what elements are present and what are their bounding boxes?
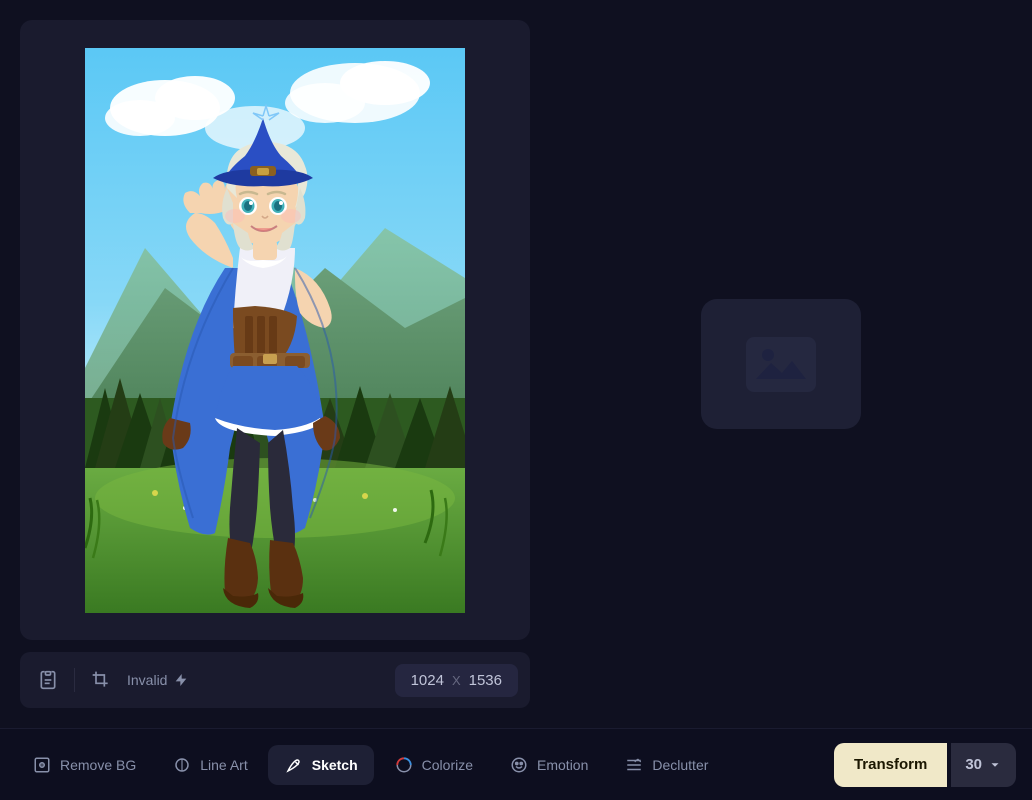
emotion-label: Emotion	[537, 757, 588, 773]
right-panel	[550, 20, 1012, 708]
remove-bg-icon	[32, 755, 52, 775]
colorize-button[interactable]: Colorize	[378, 745, 489, 785]
count-button[interactable]: 30	[951, 743, 1016, 787]
sketch-label: Sketch	[312, 757, 358, 773]
remove-bg-button[interactable]: Remove BG	[16, 745, 152, 785]
transform-label: Transform	[854, 756, 927, 773]
remove-bg-label: Remove BG	[60, 757, 136, 773]
invalid-badge[interactable]: Invalid	[127, 672, 189, 688]
dimension-separator: X	[452, 673, 461, 688]
line-art-label: Line Art	[200, 757, 247, 773]
transform-button[interactable]: Transform	[834, 743, 947, 787]
invalid-label: Invalid	[127, 672, 167, 688]
dimensions-display: 1024 X 1536	[395, 664, 518, 697]
bottom-toolbar: Remove BG Line Art Sketch	[0, 728, 1032, 800]
line-art-icon	[172, 755, 192, 775]
emotion-button[interactable]: Emotion	[493, 745, 604, 785]
width-value: 1024	[411, 672, 444, 689]
output-placeholder	[701, 299, 861, 429]
sketch-button[interactable]: Sketch	[268, 745, 374, 785]
anime-character-image	[85, 48, 465, 613]
crop-icon[interactable]	[85, 664, 117, 696]
declutter-button[interactable]: Declutter	[608, 745, 724, 785]
left-panel: Invalid 1024 X 1536	[20, 20, 530, 708]
count-value: 30	[965, 756, 982, 773]
main-content: Invalid 1024 X 1536	[0, 0, 1032, 728]
placeholder-image-icon	[746, 337, 816, 392]
image-toolbar: Invalid 1024 X 1536	[20, 652, 530, 708]
toolbar-divider-1	[74, 668, 75, 692]
sketch-icon	[284, 755, 304, 775]
declutter-icon	[624, 755, 644, 775]
height-value: 1536	[469, 672, 502, 689]
image-container	[20, 20, 530, 640]
clipboard-icon[interactable]	[32, 664, 64, 696]
colorize-icon	[394, 755, 414, 775]
colorize-label: Colorize	[422, 757, 473, 773]
line-art-button[interactable]: Line Art	[156, 745, 263, 785]
chevron-down-icon	[988, 758, 1002, 772]
emotion-icon	[509, 755, 529, 775]
declutter-label: Declutter	[652, 757, 708, 773]
